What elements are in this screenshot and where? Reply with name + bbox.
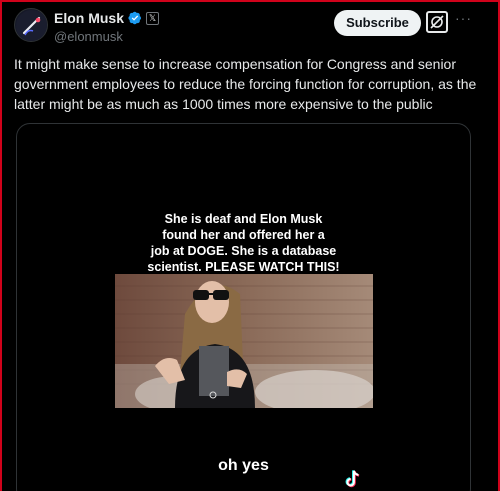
- caption-line: scientist. PLEASE WATCH THIS!: [147, 260, 340, 274]
- author-name-row: Elon Musk 𝕏: [54, 10, 160, 26]
- video-subtitle: oh yes: [218, 457, 269, 474]
- caption-line: job at DOGE. She is a database: [150, 244, 337, 258]
- verified-icon: [128, 11, 142, 25]
- video-still-image: [115, 274, 373, 408]
- subscribe-button[interactable]: Subscribe: [334, 10, 421, 36]
- tweet-text: It might make sense to increase compensa…: [14, 56, 477, 112]
- video-caption: She is deaf and Elon Musk found her and …: [17, 211, 470, 275]
- video-player[interactable]: She is deaf and Elon Musk found her and …: [16, 123, 471, 491]
- avatar-image: [16, 10, 47, 41]
- caption-line: found her and offered her a: [162, 228, 325, 242]
- video-frame: [115, 274, 373, 408]
- tweet-header: Elon Musk 𝕏 @elonmusk Subscribe ···: [14, 8, 490, 48]
- author-handle[interactable]: @elonmusk: [54, 29, 123, 44]
- author-name[interactable]: Elon Musk: [54, 10, 124, 26]
- caption-line: She is deaf and Elon Musk: [164, 212, 323, 226]
- x-affiliate-badge: 𝕏: [146, 11, 160, 25]
- grok-icon[interactable]: [426, 11, 448, 33]
- tiktok-icon: [345, 470, 360, 488]
- avatar[interactable]: [14, 8, 48, 42]
- more-icon[interactable]: ···: [455, 10, 472, 26]
